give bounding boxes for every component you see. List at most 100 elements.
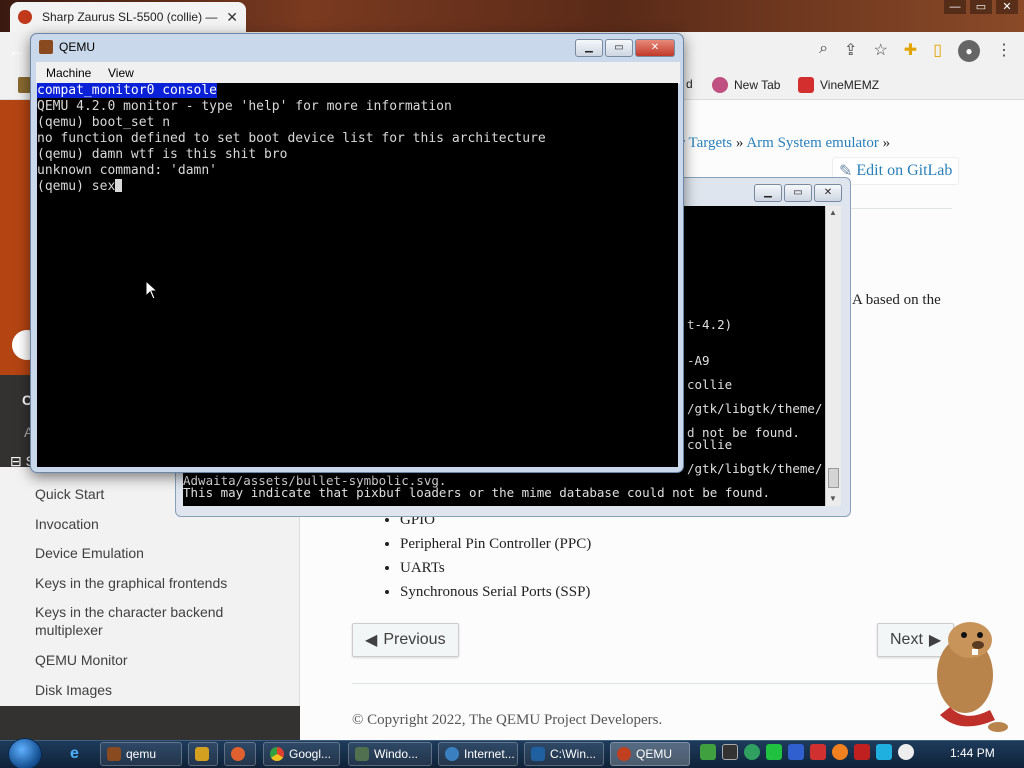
taskbar-item-internet[interactable]: Internet...	[438, 742, 518, 766]
console-line: unknown command: 'damn'	[37, 163, 218, 178]
ie-quicklaunch-icon[interactable]: e	[70, 745, 79, 763]
browser-tab-active[interactable]: Sharp Zaurus SL-5500 (collie) — ✕	[10, 2, 246, 32]
text-cursor	[115, 179, 123, 192]
nav-item-disk-images[interactable]: Disk Images	[35, 681, 112, 699]
tray-icon[interactable]	[876, 744, 892, 760]
console-line: (qemu) damn wtf is this shit bro	[37, 147, 288, 162]
scroll-down-icon[interactable]: ▼	[829, 494, 837, 503]
close-button[interactable]: ✕	[635, 39, 675, 57]
close-button[interactable]: ✕	[996, 0, 1018, 14]
taskbar-clock[interactable]: 1:44 PM	[950, 746, 995, 760]
console-output-line: collie	[687, 437, 733, 452]
tray-icon[interactable]	[810, 744, 826, 760]
kebab-menu-icon[interactable]: ⋮	[996, 40, 1012, 62]
taskbar-label: Internet...	[464, 747, 515, 761]
minimize-button[interactable]: ▁	[754, 184, 782, 202]
console-output-line: -A9	[687, 353, 710, 368]
taskbar-item-windows[interactable]: Windo...	[348, 742, 432, 766]
taskbar-item-app[interactable]	[224, 742, 256, 766]
console-output-line: t-4.2)	[687, 317, 733, 332]
bookmark-new-tab[interactable]: New Tab	[712, 77, 780, 93]
mouse-pointer-icon	[145, 280, 159, 300]
taskbar-item-cmd[interactable]: C:\Win...	[524, 742, 604, 766]
nav-item-keys-graphical[interactable]: Keys in the graphical frontends	[35, 574, 227, 592]
breadcrumb-targets[interactable]: r Targets	[680, 135, 732, 151]
breadcrumb-separator: »	[735, 135, 744, 151]
minimize-button[interactable]: ▁	[575, 39, 603, 57]
new-tab-favicon-icon	[712, 77, 728, 93]
back-arrow-icon[interactable]: ←	[8, 40, 26, 61]
console-output-line: /gtk/libgtk/theme/	[687, 461, 823, 476]
minimize-button[interactable]: —	[944, 0, 966, 14]
previous-button[interactable]: ◀ Previous	[352, 623, 459, 657]
bookmark-vinememz[interactable]: VineMEMZ	[798, 77, 879, 93]
copyright: © Copyright 2022, The QEMU Project Devel…	[352, 712, 663, 728]
scroll-thumb[interactable]	[828, 468, 839, 488]
tray-icon[interactable]	[722, 744, 738, 760]
search-icon[interactable]: ⌕	[819, 40, 828, 62]
taskbar-label: qemu	[126, 747, 157, 761]
console-line: (qemu) boot_set n	[37, 115, 171, 130]
taskbar-label: Windo...	[374, 747, 419, 761]
maximize-button[interactable]: ▭	[605, 39, 633, 57]
taskbar-item-media[interactable]	[188, 742, 218, 766]
cmd-icon	[531, 747, 545, 761]
tray-icon[interactable]	[832, 744, 848, 760]
console-input-line: (qemu) sex	[37, 179, 116, 194]
window-icon	[355, 747, 369, 761]
qemu-menubar: Machine View	[36, 62, 680, 84]
taskbar-item-qemu[interactable]: QEMU	[610, 742, 690, 766]
taskbar-item-qemu-folder[interactable]: qemu	[100, 742, 182, 766]
tray-icon[interactable]	[898, 744, 914, 760]
console-output-line: collie	[687, 377, 733, 392]
nav-item-keys-character[interactable]: Keys in the character backend multiplexe…	[35, 603, 265, 639]
tray-icon[interactable]	[744, 744, 760, 760]
nav-item-qemu-monitor[interactable]: QEMU Monitor	[35, 651, 128, 669]
qemu-taskbar-icon	[107, 747, 121, 761]
taskbar-item-chrome[interactable]: Googl...	[263, 742, 340, 766]
tab-title: Sharp Zaurus SL-5500 (collie) —	[42, 10, 218, 24]
profile-icon[interactable]: ●	[958, 40, 980, 62]
menu-view[interactable]: View	[108, 66, 134, 80]
taskbar-label: C:\Win...	[550, 747, 597, 761]
share-icon[interactable]: ⇪	[844, 40, 857, 62]
tray-icon[interactable]	[700, 744, 716, 760]
close-button[interactable]: ✕	[814, 184, 842, 202]
scroll-up-icon[interactable]: ▲	[829, 208, 837, 217]
list-item: Peripheral Pin Controller (PPC)	[400, 532, 591, 556]
qemu-app-icon	[39, 40, 53, 54]
maximize-button[interactable]: ▭	[784, 184, 812, 202]
breadcrumb-arm[interactable]: Arm System emulator	[746, 135, 878, 151]
qemu-monitor-console[interactable]: compat_monitor0 console QEMU 4.2.0 monit…	[37, 83, 678, 467]
tray-icon[interactable]	[854, 744, 870, 760]
maximize-button[interactable]: ▭	[970, 0, 992, 14]
feature-list: GPIO Peripheral Pin Controller (PPC) UAR…	[400, 508, 591, 604]
breadcrumb-separator: »	[882, 135, 891, 151]
tray-icon[interactable]	[788, 744, 804, 760]
star-icon[interactable]: ☆	[873, 40, 887, 62]
qemu-favicon-icon	[18, 10, 32, 24]
console-header: compat_monitor0 console	[37, 83, 218, 98]
footer-divider	[352, 683, 952, 684]
menu-machine[interactable]: Machine	[46, 66, 91, 80]
nav-item-device-emulation[interactable]: Device Emulation	[35, 544, 144, 562]
nav-item-quick-start[interactable]: Quick Start	[35, 485, 104, 503]
qemu-taskbar-icon	[617, 747, 631, 761]
edit-on-gitlab-label: Edit on GitLab	[856, 162, 953, 179]
taskbar-label: QEMU	[636, 747, 672, 761]
system-tray	[700, 744, 914, 760]
console-scrollbar[interactable]: ▲ ▼	[825, 206, 841, 506]
nav-item-invocation[interactable]: Invocation	[35, 515, 99, 533]
tray-icon[interactable]	[766, 744, 782, 760]
bookmark-partial[interactable]: d	[686, 77, 693, 91]
edit-on-gitlab-link[interactable]: ✎ Edit on GitLab	[832, 157, 960, 185]
start-button[interactable]	[8, 738, 42, 768]
tab-close-icon[interactable]: ✕	[226, 9, 238, 26]
sidebar-icon[interactable]: ▯	[933, 40, 942, 62]
puzzle-icon[interactable]: ✚	[904, 40, 917, 62]
arrow-left-circle-icon: ◀	[365, 632, 378, 649]
previous-label: Previous	[383, 631, 446, 648]
console-output-line: /gtk/libgtk/theme/	[687, 401, 823, 416]
vinememz-favicon-icon	[798, 77, 814, 93]
chrome-icon	[270, 747, 284, 761]
